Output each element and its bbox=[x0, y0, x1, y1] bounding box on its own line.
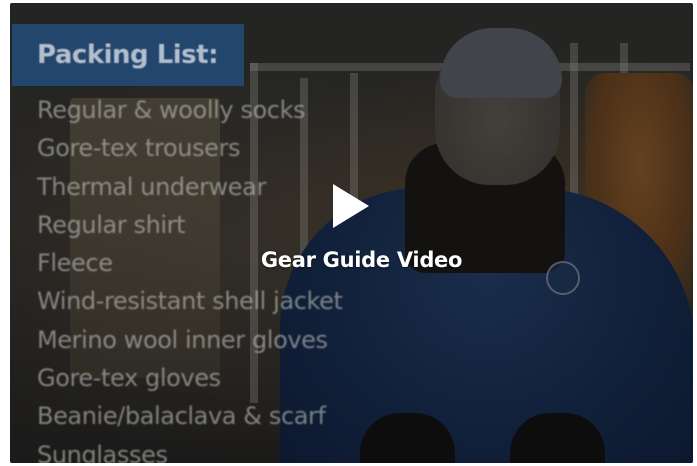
packing-list-header: Packing List: bbox=[12, 24, 244, 86]
packing-list-item: Beanie/balaclava & scarf bbox=[37, 402, 326, 431]
packing-list-item: Gore-tex gloves bbox=[37, 364, 221, 393]
packing-list-item: Gore-tex trousers bbox=[37, 134, 241, 163]
play-icon[interactable] bbox=[333, 184, 369, 228]
packing-list-item: Wind-resistant shell jacket bbox=[37, 287, 343, 316]
packing-list-item: Thermal underwear bbox=[37, 172, 266, 201]
page-frame: Packing List: Regular & woolly socks Gor… bbox=[0, 0, 697, 466]
video-player[interactable]: Packing List: Regular & woolly socks Gor… bbox=[10, 3, 693, 463]
packing-list-item: Sunglasses bbox=[37, 440, 168, 463]
packing-list-title: Packing List: bbox=[37, 40, 218, 70]
packing-list: Regular & woolly socks Gore-tex trousers… bbox=[37, 91, 343, 463]
packing-list-item: Merino wool inner gloves bbox=[37, 325, 328, 354]
packing-list-item: Regular shirt bbox=[37, 210, 186, 239]
video-caption[interactable]: Gear Guide Video bbox=[210, 248, 513, 272]
packing-list-item: Regular & woolly socks bbox=[37, 96, 306, 124]
